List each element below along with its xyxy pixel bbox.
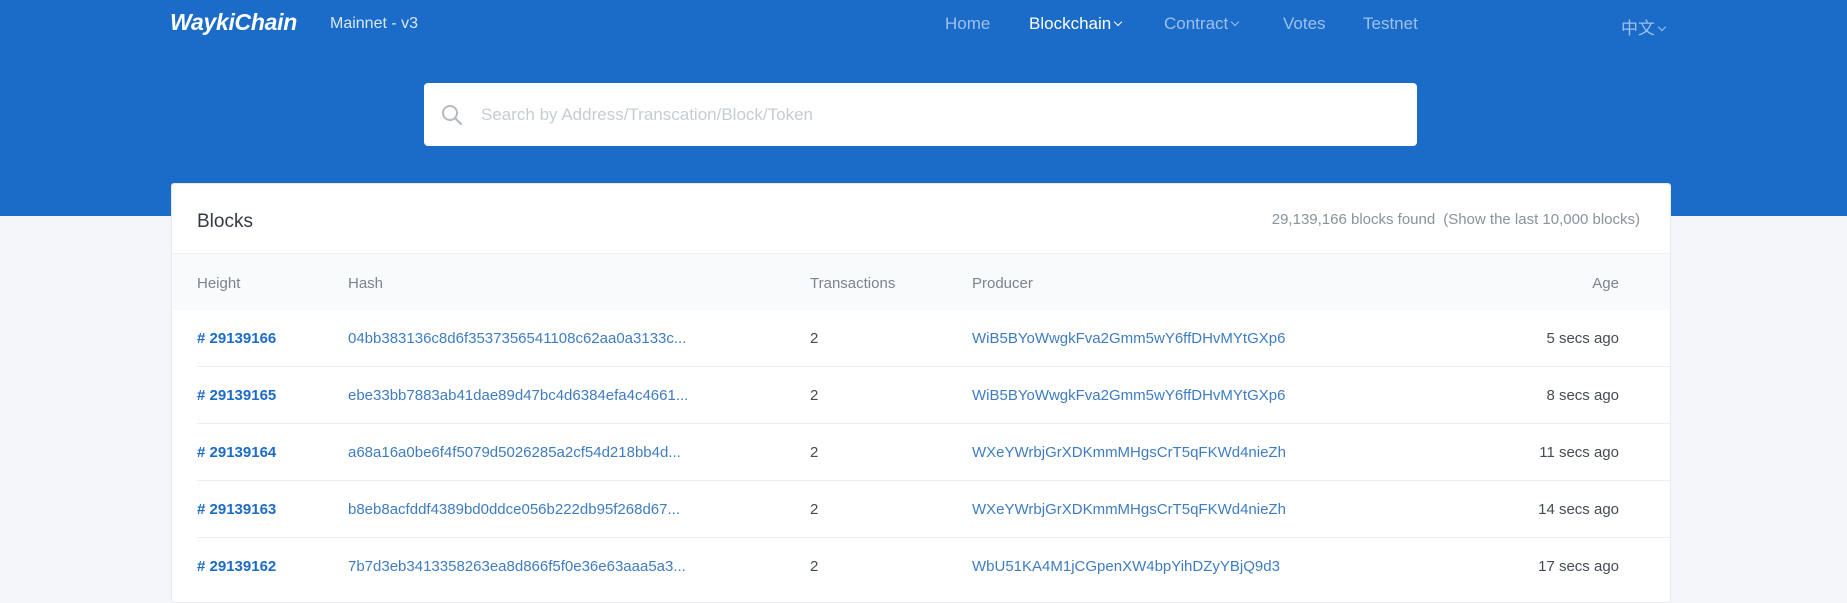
chevron-down-icon: [1231, 17, 1240, 27]
nav-testnet[interactable]: Testnet: [1363, 14, 1418, 34]
transaction-count: 2: [810, 558, 819, 575]
block-hash-link[interactable]: a68a16a0be6f4f5079d5026285a2cf54d218bb4d…: [348, 444, 681, 461]
navbar: WaykiChain Mainnet - v3 Home Blockchain …: [0, 0, 1847, 48]
nav-votes-label: Votes: [1283, 14, 1326, 33]
language-label: 中文: [1621, 19, 1655, 38]
nav-contract[interactable]: Contract: [1164, 14, 1240, 34]
language-switcher[interactable]: 中文: [1621, 14, 1667, 39]
column-transactions: Transactions: [810, 275, 896, 292]
nav-contract-label: Contract: [1164, 14, 1229, 33]
block-age: 17 secs ago: [1538, 558, 1619, 575]
blocks-card: Blocks 29,139,166 blocks found (Show the …: [171, 183, 1671, 603]
block-height-link[interactable]: # 29139162: [197, 558, 276, 575]
block-hash-link[interactable]: 04bb383136c8d6f3537356541108c62aa0a3133c…: [348, 330, 686, 347]
block-height-link[interactable]: # 29139165: [197, 387, 276, 404]
chevron-down-icon: [1657, 22, 1667, 32]
producer-link[interactable]: WXeYWrbjGrXDKmmMHgsCrT5qFKWd4nieZh: [972, 501, 1286, 518]
block-hash-link[interactable]: ebe33bb7883ab41dae89d47bc4d6384efa4c4661…: [348, 387, 688, 404]
table-row: # 29139166 04bb383136c8d6f3537356541108c…: [172, 310, 1670, 367]
producer-link[interactable]: WXeYWrbjGrXDKmmMHgsCrT5qFKWd4nieZh: [972, 444, 1286, 461]
block-hash-link[interactable]: 7b7d3eb3413358263ea8d866f5f0e36e63aaa5a3…: [348, 558, 686, 575]
nav-testnet-label: Testnet: [1363, 14, 1418, 33]
block-age: 14 secs ago: [1538, 501, 1619, 518]
column-age: Age: [1592, 275, 1619, 292]
block-hash-link[interactable]: b8eb8acfddf4389bd0ddce056b222db95f268d67…: [348, 501, 680, 518]
search-input[interactable]: [481, 83, 1401, 146]
column-height: Height: [197, 275, 241, 292]
chevron-down-icon: [1113, 17, 1123, 27]
nav-home-label: Home: [945, 14, 991, 33]
block-limit-text: (Show the last 10,000 blocks): [1443, 211, 1640, 228]
block-height-link[interactable]: # 29139164: [197, 444, 276, 461]
block-age: 5 secs ago: [1546, 330, 1619, 347]
producer-link[interactable]: WiB5BYoWwgkFva2Gmm5wY6ffDHvMYtGXp6: [972, 387, 1285, 404]
search-bar: [424, 83, 1417, 146]
card-title: Blocks: [197, 211, 253, 232]
table-row: # 29139162 7b7d3eb3413358263ea8d866f5f0e…: [172, 538, 1670, 595]
block-height-link[interactable]: # 29139163: [197, 501, 276, 518]
block-age: 11 secs ago: [1539, 444, 1619, 461]
logo[interactable]: WaykiChain: [170, 9, 297, 36]
producer-link[interactable]: WiB5BYoWwgkFva2Gmm5wY6ffDHvMYtGXp6: [972, 330, 1285, 347]
table-header: Height Hash Transactions Producer Age: [172, 253, 1670, 310]
nav-blockchain[interactable]: Blockchain: [1029, 14, 1123, 34]
table-row: # 29139163 b8eb8acfddf4389bd0ddce056b222…: [172, 481, 1670, 538]
nav-blockchain-label: Blockchain: [1029, 14, 1112, 33]
column-producer: Producer: [972, 275, 1033, 292]
transaction-count: 2: [810, 387, 819, 404]
block-count-text: 29,139,166 blocks found: [1271, 211, 1436, 228]
network-label: Mainnet - v3: [330, 15, 419, 32]
transaction-count: 2: [810, 330, 819, 347]
nav-home[interactable]: Home: [945, 14, 990, 34]
search-icon: [442, 105, 463, 126]
table-row: # 29139164 a68a16a0be6f4f5079d5026285a2c…: [172, 424, 1670, 481]
transaction-count: 2: [810, 444, 819, 461]
table-row: # 29139165 ebe33bb7883ab41dae89d47bc4d63…: [172, 367, 1670, 424]
producer-link[interactable]: WbU51KA4M1jCGpenXW4bpYihDZyYBjQ9d3: [972, 558, 1280, 575]
block-height-link[interactable]: # 29139166: [197, 330, 276, 347]
block-age: 8 secs ago: [1546, 387, 1619, 404]
nav-votes[interactable]: Votes: [1283, 14, 1326, 34]
column-hash: Hash: [348, 275, 384, 292]
transaction-count: 2: [810, 501, 819, 518]
block-count: 29,139,166 blocks found (Show the last 10…: [1272, 211, 1640, 228]
